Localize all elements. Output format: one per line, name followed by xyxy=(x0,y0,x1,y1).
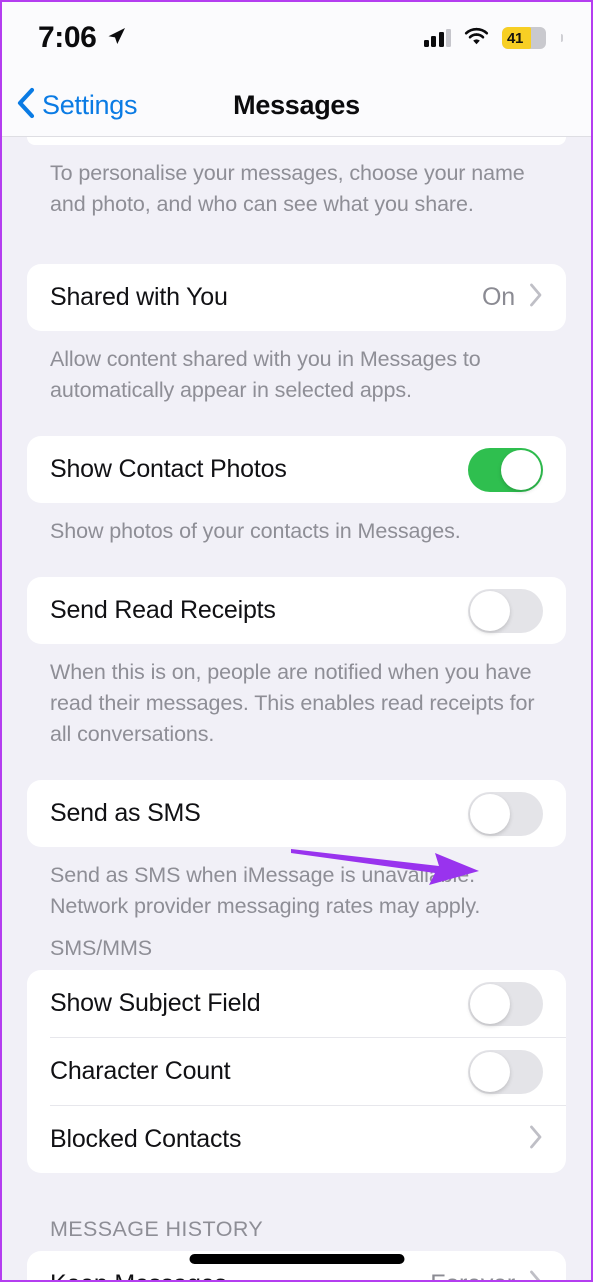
character-count-toggle[interactable] xyxy=(468,1049,543,1094)
row-label: Blocked Contacts xyxy=(50,1125,242,1153)
battery-cap-icon xyxy=(560,34,563,42)
imessage-footnote: To personalise your messages, choose you… xyxy=(50,161,525,216)
row-send-as-sms[interactable]: Send as SMS xyxy=(27,780,566,847)
row-blocked-contacts[interactable]: Blocked Contacts xyxy=(27,1106,566,1173)
row-label: Character Count xyxy=(50,1057,231,1085)
back-button-label: Settings xyxy=(42,89,138,120)
sms-mms-section-header: SMS/MMS xyxy=(50,936,153,960)
row-label: Show Subject Field xyxy=(50,989,261,1017)
show-contact-photos-card: Show Contact Photos xyxy=(27,436,566,503)
iphone-screen: 7:06 41 Settings Messages To personalise… xyxy=(0,0,593,1282)
message-history-section-header: MESSAGE HISTORY xyxy=(50,1217,264,1241)
chevron-right-icon xyxy=(529,1270,543,1280)
cellular-signal-icon xyxy=(423,29,451,47)
clipped-card-above xyxy=(27,137,566,145)
sms-mms-card: Show Subject Field Character Count Block… xyxy=(27,970,566,1173)
battery-percent-label: 41 xyxy=(507,29,524,47)
row-character-count[interactable]: Character Count xyxy=(27,1038,566,1105)
row-show-subject-field[interactable]: Show Subject Field xyxy=(27,970,566,1037)
chevron-left-icon xyxy=(16,87,35,124)
toggle-knob xyxy=(470,793,510,834)
row-label: Show Contact Photos xyxy=(50,455,287,483)
status-bar: 7:06 41 xyxy=(2,2,591,74)
toggle-knob xyxy=(470,983,510,1024)
row-value: Forever xyxy=(430,1270,515,1280)
chevron-right-icon xyxy=(529,1125,543,1154)
toggle-knob xyxy=(470,590,510,631)
toggle-knob xyxy=(501,449,541,490)
shared-with-you-footnote: Allow content shared with you in Message… xyxy=(50,347,481,402)
battery-icon: 41 xyxy=(502,27,546,49)
navigation-bar: Settings Messages xyxy=(2,74,591,137)
status-bar-clock: 7:06 xyxy=(38,21,97,54)
back-button[interactable]: Settings xyxy=(2,87,137,124)
send-read-receipts-toggle[interactable] xyxy=(468,588,543,633)
row-show-contact-photos[interactable]: Show Contact Photos xyxy=(27,436,566,503)
chevron-right-icon xyxy=(529,283,543,312)
row-accessory: Forever xyxy=(430,1270,543,1280)
show-contact-photos-toggle[interactable] xyxy=(468,447,543,492)
send-read-receipts-card: Send Read Receipts xyxy=(27,577,566,644)
toggle-knob xyxy=(470,1051,510,1092)
status-bar-left: 7:06 xyxy=(38,21,127,55)
show-contact-photos-footnote: Show photos of your contacts in Messages… xyxy=(50,519,461,543)
status-bar-right: 41 xyxy=(423,26,563,50)
row-value: On xyxy=(482,283,515,311)
row-accessory: On xyxy=(482,283,543,312)
row-shared-with-you[interactable]: Shared with You On xyxy=(27,264,566,331)
home-indicator xyxy=(189,1254,404,1264)
shared-with-you-card: Shared with You On xyxy=(27,264,566,331)
row-label: Keep Messages xyxy=(50,1270,227,1280)
location-arrow-icon xyxy=(105,25,127,52)
row-label: Send as SMS xyxy=(50,799,201,827)
send-read-receipts-footnote: When this is on, people are notified whe… xyxy=(50,660,535,746)
send-as-sms-card: Send as SMS xyxy=(27,780,566,847)
send-as-sms-toggle[interactable] xyxy=(468,791,543,836)
row-send-read-receipts[interactable]: Send Read Receipts xyxy=(27,577,566,644)
row-label: Send Read Receipts xyxy=(50,596,276,624)
settings-scroll-view[interactable]: To personalise your messages, choose you… xyxy=(2,137,591,1280)
send-as-sms-footnote: Send as SMS when iMessage is unavailable… xyxy=(50,863,481,918)
show-subject-field-toggle[interactable] xyxy=(468,981,543,1026)
row-label: Shared with You xyxy=(50,283,228,311)
wifi-icon xyxy=(464,26,489,50)
